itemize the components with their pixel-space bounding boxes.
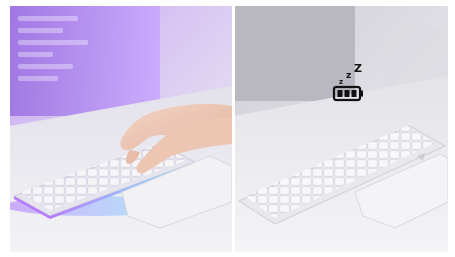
svg-text:Z: Z <box>354 62 362 75</box>
keyboard-active-scene <box>10 6 232 252</box>
keyboard-sleep-scene: z z Z <box>235 6 448 252</box>
photo-keyboard-sleep: z z Z <box>235 6 448 252</box>
photo-keyboard-in-use <box>10 6 232 252</box>
svg-text:z: z <box>346 71 351 81</box>
monitor-screen <box>10 6 160 116</box>
svg-text:z: z <box>339 78 343 86</box>
